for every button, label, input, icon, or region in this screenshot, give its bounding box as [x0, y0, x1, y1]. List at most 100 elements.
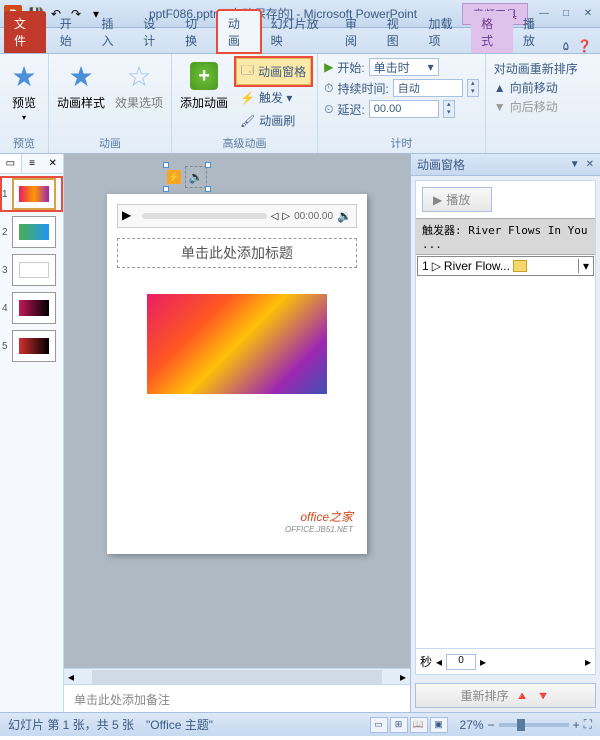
star-icon: ★	[11, 60, 36, 93]
plus-icon: +	[190, 62, 218, 90]
timeline-next-icon[interactable]: ▸	[480, 655, 486, 669]
maximize-icon[interactable]: □	[558, 7, 574, 21]
fit-button[interactable]: ⛶	[584, 717, 592, 732]
slideshow-view-button[interactable]: ▣	[430, 717, 448, 733]
audio-object[interactable]: ⚡ 🔊	[167, 166, 207, 188]
speaker-icon[interactable]: 🔊	[185, 166, 207, 188]
anim-item-number: 1	[422, 259, 429, 273]
tab-addins[interactable]: 加载项	[419, 11, 472, 53]
tab-animations[interactable]: 动画	[217, 10, 261, 53]
brush-icon: 🖌	[240, 114, 255, 128]
delay-icon: ⏲	[324, 102, 333, 117]
add-animation-button[interactable]: + 添加动画	[178, 58, 230, 113]
zoom-in-button[interactable]: +	[573, 718, 580, 732]
tab-slideshow[interactable]: 幻灯片放映	[261, 11, 335, 53]
close-icon[interactable]: ✕	[580, 7, 596, 21]
trigger-label: 触发 ▾	[259, 89, 292, 106]
timeline-prev-icon[interactable]: ◂	[436, 655, 442, 669]
add-anim-label: 添加动画	[180, 94, 228, 111]
group-label-preview: 预览	[6, 133, 42, 151]
chevron-down-icon: ▾	[22, 113, 26, 122]
pane-timeline-footer: 秒 ◂ 0 ▸ ▸	[416, 648, 595, 674]
effect-options-button[interactable]: ☆ 效果选项	[113, 58, 165, 113]
thumbnail-slide-3[interactable]: 3	[2, 254, 61, 286]
thumb-number: 4	[2, 303, 10, 314]
title-placeholder[interactable]: 单击此处添加标题	[117, 238, 357, 268]
normal-view-button[interactable]: ▭	[370, 717, 388, 733]
move-earlier-button[interactable]: ▲ 向前移动	[494, 79, 578, 96]
tab-view[interactable]: 视图	[377, 11, 419, 53]
duration-spinner[interactable]: ▴▾	[467, 79, 479, 97]
slide-image[interactable]	[147, 294, 327, 394]
preview-button[interactable]: ★ 预览 ▾	[6, 58, 42, 124]
tab-home[interactable]: 开始	[50, 11, 92, 53]
play-button[interactable]: ▶	[122, 208, 138, 224]
group-timing: ▶ 开始: 单击时▾ ⏱ 持续时间: 自动 ▴▾ ⏲ 延迟: 00.00 ▴▾	[318, 54, 486, 153]
delay-label: 延迟:	[337, 101, 364, 118]
group-label-animation: 动画	[55, 133, 165, 151]
tab-insert[interactable]: 插入	[92, 11, 134, 53]
tab-file[interactable]: 文件	[4, 11, 46, 53]
start-dropdown[interactable]: 单击时▾	[369, 58, 439, 76]
tab-transitions[interactable]: 切换	[175, 11, 217, 53]
animation-styles-button[interactable]: ★ 动画样式	[55, 58, 107, 113]
volume-icon[interactable]: 🔉	[337, 209, 352, 223]
tab-format[interactable]: 格式	[471, 11, 513, 53]
anim-item-dropdown[interactable]: ▾	[578, 259, 589, 273]
notes-pane[interactable]: 单击此处添加备注	[64, 684, 410, 712]
statusbar: 幻灯片 第 1 张，共 5 张 "Office 主题" ▭ ⊞ 📖 ▣ 27% …	[0, 712, 600, 736]
pane-close-icon[interactable]: ✕	[586, 159, 594, 170]
delay-spinner[interactable]: ▴▾	[443, 100, 455, 118]
up-arrow-icon[interactable]: 🔺	[515, 689, 530, 703]
audio-time: 00:00.00	[294, 211, 333, 222]
slides-tab[interactable]: ▭	[0, 154, 22, 173]
duration-input[interactable]: 自动	[393, 79, 463, 97]
anim-timeline-bar[interactable]	[513, 260, 527, 272]
tab-review[interactable]: 审阅	[335, 11, 377, 53]
pane-dropdown-icon[interactable]: ▼	[570, 159, 580, 170]
help-icon[interactable]: ❓	[577, 39, 592, 53]
preview-label: 预览	[12, 94, 36, 111]
star-icon: ★	[68, 60, 93, 93]
thumbnail-slide-5[interactable]: 5	[2, 330, 61, 362]
animation-item[interactable]: 1 ▷ River Flow... ▾	[417, 256, 594, 276]
delay-input[interactable]: 00.00	[369, 100, 439, 118]
thumb-close[interactable]: ✕	[42, 154, 63, 173]
thumb-number: 3	[2, 265, 10, 276]
group-label-advanced: 高级动画	[178, 133, 311, 151]
play-animations-button[interactable]: ▶ 播放	[422, 187, 492, 212]
skip-fwd-icon[interactable]: ▷	[282, 211, 290, 222]
zoom-level[interactable]: 27%	[460, 718, 484, 732]
seconds-input[interactable]: 0	[446, 654, 476, 670]
timeline-zoom-icon[interactable]: ▸	[585, 655, 591, 669]
sorter-view-button[interactable]: ⊞	[390, 717, 408, 733]
tab-playback[interactable]: 播放	[513, 11, 555, 53]
animation-painter-button[interactable]: 🖌 动画刷	[236, 110, 311, 131]
audio-progress[interactable]	[142, 213, 267, 219]
thumbnail-slide-2[interactable]: 2	[2, 216, 61, 248]
ribbon-minimize-icon[interactable]: ۵	[563, 39, 569, 53]
trigger-button[interactable]: ⚡ 触发 ▾	[236, 87, 311, 108]
outline-tab[interactable]: ≡	[22, 154, 43, 173]
horizontal-scrollbar[interactable]: ◂ ▸	[64, 668, 410, 684]
zoom-out-button[interactable]: −	[488, 718, 495, 732]
animation-pane: 动画窗格 ▼ ✕ ▶ 播放 触发器: River Flows In You ..…	[410, 154, 600, 712]
skip-back-icon[interactable]: ◁	[271, 211, 279, 222]
slide-canvas[interactable]: ⚡ 🔊 ▶ ◁ ▷ 00:00.00 🔉 单击此处添加标题	[64, 154, 410, 668]
thumbnail-slide-4[interactable]: 4	[2, 292, 61, 324]
animation-pane-button[interactable]: 🗔 动画窗格	[236, 58, 311, 85]
clock-icon: ⏱	[324, 81, 333, 96]
down-arrow-icon[interactable]: 🔻	[536, 689, 551, 703]
theme-name: "Office 主题"	[146, 716, 213, 733]
workspace: ▭ ≡ ✕ 1 2 3 4 5 ⚡ 🔊 ▶	[0, 154, 600, 712]
audio-player: ▶ ◁ ▷ 00:00.00 🔉	[117, 204, 357, 228]
thumbnail-slide-1[interactable]: 1	[2, 178, 61, 210]
slide: ⚡ 🔊 ▶ ◁ ▷ 00:00.00 🔉 单击此处添加标题	[107, 194, 367, 554]
animation-tag-icon[interactable]: ⚡	[167, 170, 181, 184]
tab-design[interactable]: 设计	[133, 11, 175, 53]
zoom-slider[interactable]	[499, 723, 569, 727]
pane-reorder-button[interactable]: 重新排序 🔺 🔻	[415, 683, 596, 708]
reading-view-button[interactable]: 📖	[410, 717, 428, 733]
view-buttons: ▭ ⊞ 📖 ▣	[370, 717, 448, 733]
group-advanced: + 添加动画 🗔 动画窗格 ⚡ 触发 ▾ 🖌 动画刷 高级动画	[172, 54, 318, 153]
